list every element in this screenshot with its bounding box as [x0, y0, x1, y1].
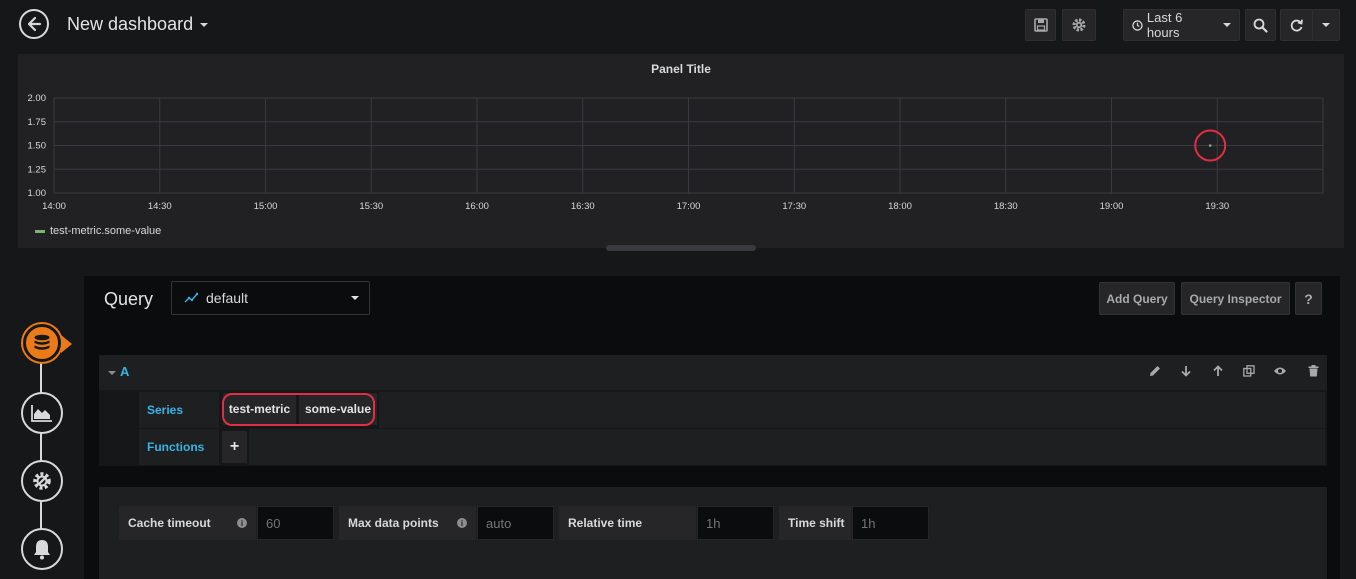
x-tick-label: 15:00 — [254, 201, 278, 212]
relative-time-label: Relative time — [559, 506, 696, 540]
annotation-highlight — [222, 393, 375, 426]
rail-visualization-tab[interactable] — [21, 392, 63, 434]
pencil-icon — [1150, 366, 1160, 376]
arrow-down-icon — [1181, 366, 1191, 377]
cache-timeout-input[interactable] — [257, 506, 334, 540]
functions-label: Functions — [139, 429, 219, 465]
dashboard-title-text: New dashboard — [67, 14, 194, 34]
panel-resize-handle[interactable] — [606, 245, 756, 251]
trash-icon — [1308, 365, 1318, 377]
query-section-title: Query — [104, 289, 154, 309]
functions-row-filler — [249, 429, 1325, 465]
x-tick-label: 18:30 — [994, 201, 1018, 212]
copy-icon — [1243, 365, 1255, 377]
time-picker-button[interactable]: Last 6 hours — [1123, 9, 1240, 41]
max-data-points-label: Max data points i — [339, 506, 476, 540]
series-label: Series — [139, 392, 219, 428]
active-tab-pointer — [61, 335, 72, 353]
cache-timeout-label-text: Cache timeout — [128, 516, 211, 530]
y-tick-label: 1.00 — [28, 188, 47, 199]
y-tick-label: 1.75 — [28, 117, 47, 128]
x-tick-label: 15:30 — [359, 201, 383, 212]
gear-wrench-icon — [33, 472, 51, 490]
save-icon — [1033, 18, 1048, 32]
eye-icon — [1274, 367, 1286, 375]
rail-queries-tab[interactable] — [23, 324, 61, 362]
datasource-picker[interactable]: default — [171, 281, 370, 315]
refresh-button[interactable] — [1280, 9, 1313, 41]
x-tick-label: 14:00 — [42, 201, 66, 212]
zoom-out-button[interactable] — [1245, 9, 1276, 41]
time-shift-label: Time shift — [779, 506, 851, 540]
time-shift-input[interactable] — [852, 506, 929, 540]
dashboard-title[interactable]: New dashboard — [67, 14, 209, 35]
arrow-left-icon — [27, 16, 42, 32]
edit-query-button[interactable] — [1147, 363, 1163, 379]
legend-label: test-metric.some-value — [50, 225, 162, 237]
save-dashboard-button[interactable] — [1025, 9, 1056, 41]
bell-icon — [34, 540, 50, 560]
chevron-down-icon — [200, 23, 209, 28]
add-function-button[interactable]: + — [222, 431, 247, 463]
legend-swatch — [35, 229, 45, 233]
remove-query-button[interactable] — [1305, 363, 1321, 379]
dashboard-settings-button[interactable] — [1062, 9, 1096, 41]
query-row-header[interactable] — [99, 355, 1327, 390]
move-down-button[interactable] — [1178, 363, 1194, 379]
y-tick-label: 1.25 — [28, 164, 47, 175]
graph-chart[interactable]: 2.00 1.75 1.50 1.25 1.00 14:00 14:30 15:00 15:30… — [18, 54, 1344, 248]
refresh-interval-dropdown[interactable] — [1312, 9, 1340, 41]
help-button[interactable]: ? — [1295, 282, 1322, 315]
info-icon[interactable]: i — [457, 518, 467, 528]
info-icon[interactable]: i — [237, 518, 247, 528]
x-tick-label: 17:30 — [782, 201, 806, 212]
chevron-down-icon — [351, 296, 359, 300]
y-tick-label: 1.50 — [28, 141, 47, 152]
max-data-points-input[interactable] — [477, 506, 554, 540]
x-tick-label: 16:00 — [465, 201, 489, 212]
datasource-graphite-icon — [184, 292, 198, 303]
x-tick-label: 19:00 — [1100, 201, 1124, 212]
query-ref-id: A — [120, 364, 130, 379]
arrow-up-icon — [1213, 365, 1223, 376]
zoom-out-icon — [1253, 18, 1268, 33]
rail-alert-tab[interactable] — [21, 528, 63, 570]
area-chart-icon — [31, 405, 52, 422]
chevron-down-icon — [1223, 23, 1231, 27]
rail-general-tab[interactable] — [21, 460, 63, 502]
gear-icon — [1072, 18, 1086, 32]
duplicate-query-button[interactable] — [1241, 363, 1257, 379]
query-inspector-button[interactable]: Query Inspector — [1181, 282, 1290, 315]
series-row-filler — [379, 392, 1325, 428]
x-tick-label: 18:00 — [888, 201, 912, 212]
relative-time-input[interactable] — [697, 506, 774, 540]
back-button[interactable] — [19, 9, 49, 39]
query-row-toggle[interactable]: A — [108, 364, 129, 379]
x-tick-label: 19:30 — [1205, 201, 1229, 212]
move-up-button[interactable] — [1210, 363, 1226, 379]
cache-timeout-label: Cache timeout i — [119, 506, 256, 540]
x-tick-label: 14:30 — [148, 201, 172, 212]
data-point — [1208, 144, 1212, 147]
legend[interactable]: test-metric.some-value — [35, 225, 161, 237]
datasource-name: default — [206, 290, 249, 306]
chevron-down-icon — [108, 370, 116, 375]
time-range-label: Last 6 hours — [1146, 10, 1183, 40]
toggle-visibility-button[interactable] — [1272, 363, 1288, 379]
x-tick-label: 17:00 — [677, 201, 701, 212]
graph-panel: Panel Title 2.00 1.75 1.50 1.25 1.00 14:00 14:… — [18, 54, 1344, 248]
x-tick-label: 16:30 — [571, 201, 595, 212]
max-data-points-label-text: Max data points — [348, 516, 439, 530]
database-icon — [34, 334, 50, 350]
chevron-down-icon — [1322, 23, 1330, 27]
clock-icon — [1132, 19, 1143, 31]
refresh-icon — [1290, 19, 1303, 31]
add-query-button[interactable]: Add Query — [1099, 282, 1175, 315]
y-tick-label: 2.00 — [28, 93, 47, 104]
rail-connector — [40, 340, 42, 560]
